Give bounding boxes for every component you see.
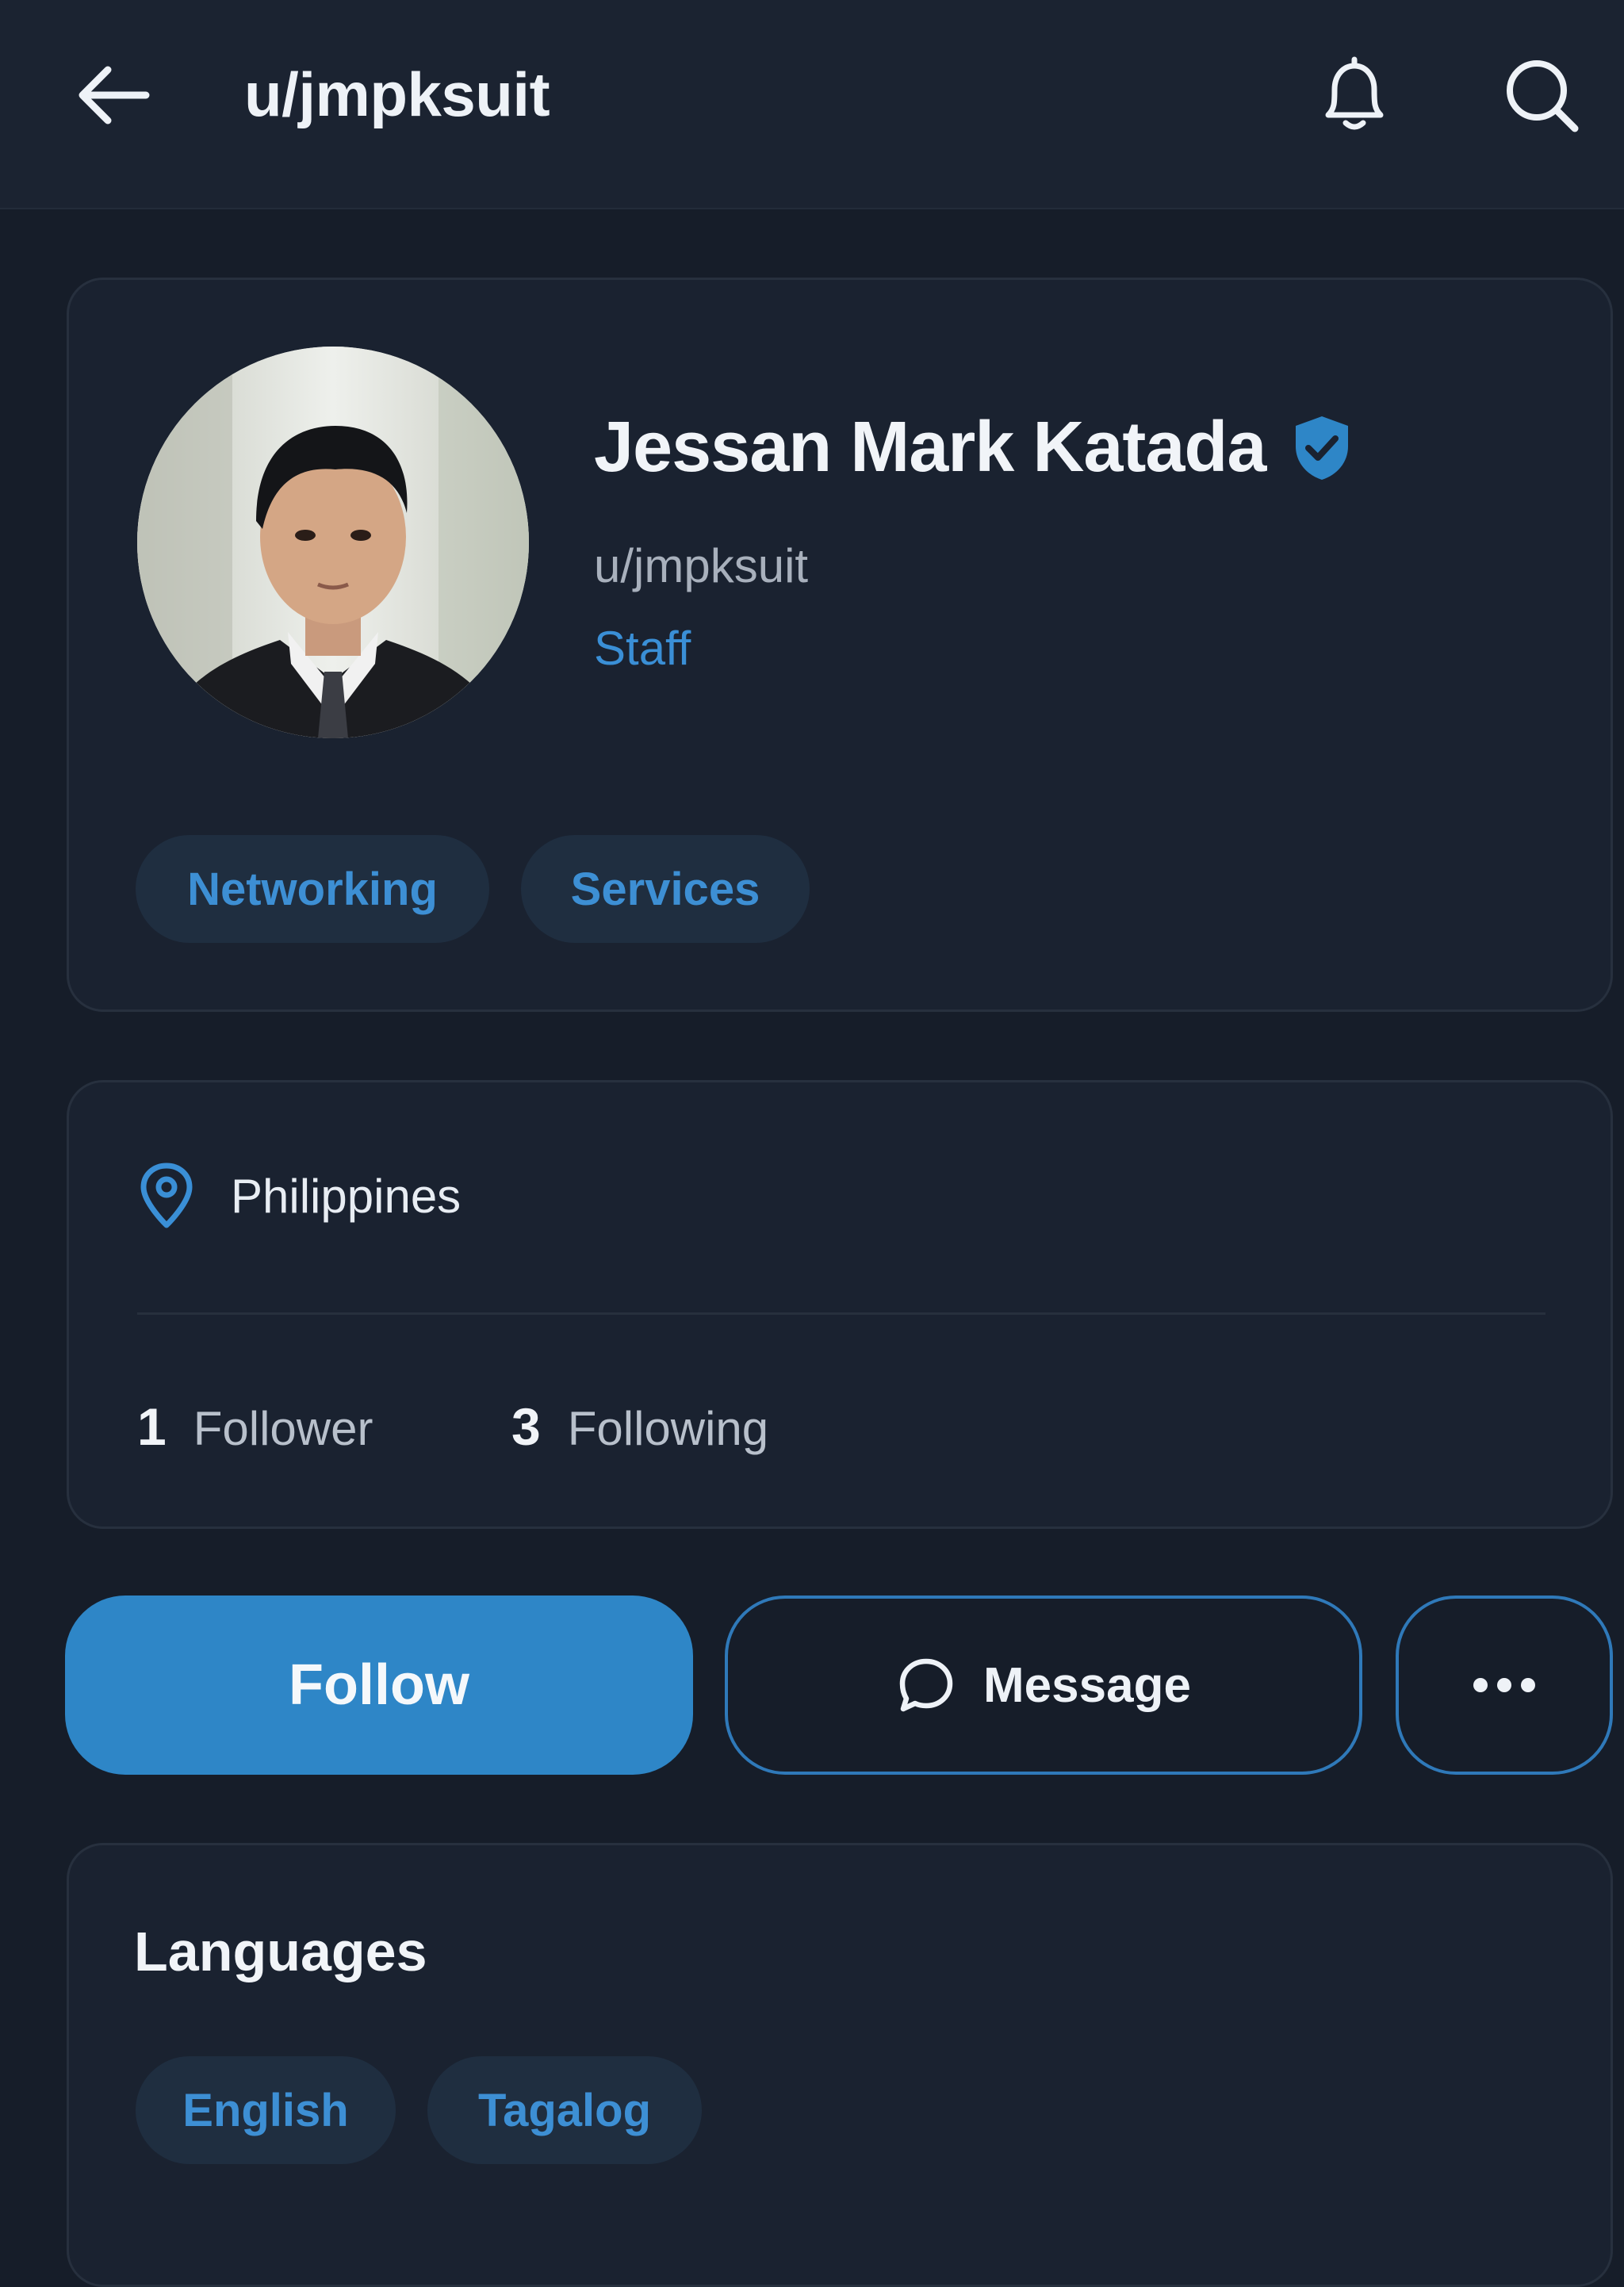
more-options-button[interactable] [1396, 1596, 1613, 1775]
back-button[interactable] [70, 51, 159, 140]
info-card: Philippines 1 Follower 3 Following [67, 1080, 1613, 1529]
languages-title: Languages [134, 1921, 427, 1982]
language-chip-tagalog: Tagalog [427, 2056, 702, 2164]
tag-chip-services[interactable]: Services [521, 835, 810, 943]
location-pin-icon [140, 1163, 193, 1228]
followers-count: 1 [137, 1397, 167, 1456]
languages-card: Languages English Tagalog [67, 1843, 1613, 2287]
divider [137, 1312, 1545, 1315]
page-title: u/jmpksuit [244, 59, 550, 129]
search-icon [1507, 60, 1579, 132]
avatar[interactable] [137, 347, 529, 738]
display-name: Jessan Mark Katada [594, 408, 1266, 487]
bell-icon [1325, 56, 1384, 130]
message-label: Message [983, 1657, 1191, 1713]
profile-card: Jessan Mark Katada u/jmpksuit Staff Netw… [67, 278, 1613, 1012]
role-badge: Staff [594, 622, 691, 675]
following-count: 3 [511, 1397, 541, 1456]
avatar-photo [137, 347, 529, 738]
verified-shield-icon [1296, 416, 1349, 480]
language-chip-english: English [136, 2056, 396, 2164]
username: u/jmpksuit [594, 539, 809, 592]
location-text: Philippines [231, 1169, 462, 1223]
search-button[interactable] [1494, 48, 1589, 143]
followers-label: Follower [193, 1402, 373, 1455]
chat-bubble-icon [899, 1658, 953, 1712]
more-horizontal-icon [1473, 1678, 1535, 1692]
top-app-bar: u/jmpksuit [0, 0, 1624, 209]
notifications-button[interactable] [1307, 48, 1402, 143]
name-row: Jessan Mark Katada [594, 407, 1353, 488]
follow-button[interactable]: Follow [65, 1596, 693, 1775]
followers-stat[interactable]: 1 Follower [137, 1396, 373, 1457]
tag-chip-networking[interactable]: Networking [136, 835, 489, 943]
following-label: Following [567, 1402, 769, 1455]
arrow-left-icon [79, 66, 150, 125]
location-row: Philippines [137, 1162, 461, 1230]
message-button[interactable]: Message [725, 1596, 1362, 1775]
following-stat[interactable]: 3 Following [511, 1396, 768, 1457]
